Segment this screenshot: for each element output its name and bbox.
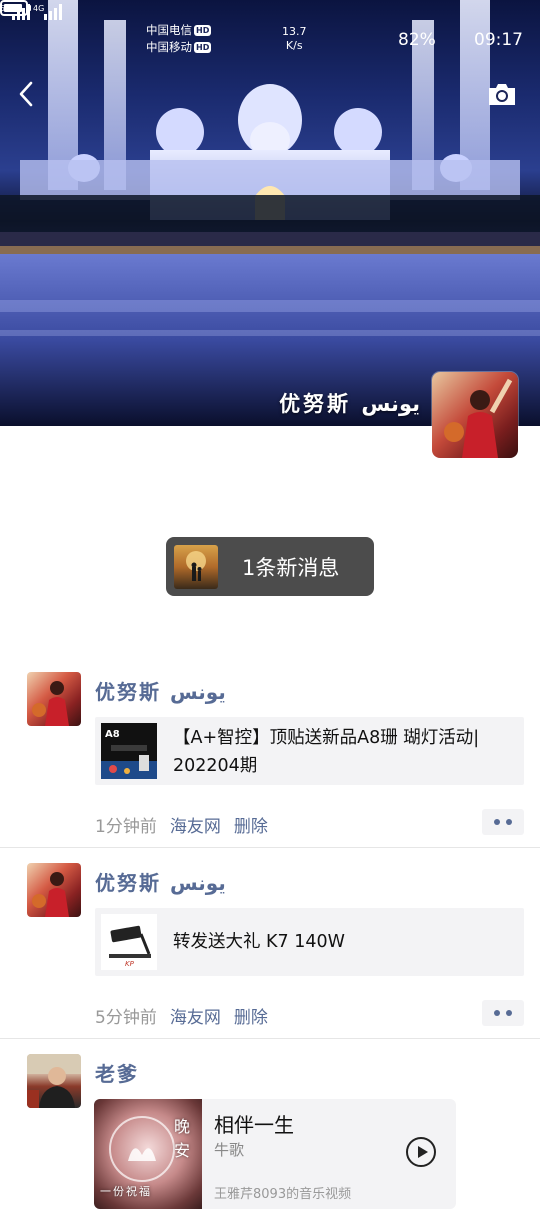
hd-badge: HD bbox=[194, 25, 212, 36]
link-thumbnail: KP bbox=[101, 914, 157, 970]
new-message-label: 1条新消息 bbox=[242, 555, 340, 580]
thumbnail-image bbox=[186, 550, 206, 581]
music-cover-art: 晚安 一份祝福 bbox=[94, 1099, 202, 1209]
post-source[interactable]: 海友网 bbox=[170, 1008, 221, 1028]
link-title: 【A+智控】顶贴送新品A8珊 瑚灯活动| 202204期 bbox=[173, 724, 479, 780]
link-thumbnail: A8 bbox=[101, 723, 157, 779]
new-message-thumbnail bbox=[174, 544, 218, 589]
divider bbox=[0, 847, 540, 848]
post-source[interactable]: 海友网 bbox=[170, 817, 221, 837]
avatar-image bbox=[32, 872, 69, 917]
post-time: 1分钟前 bbox=[95, 817, 157, 837]
music-title: 相伴一生 bbox=[214, 1113, 294, 1137]
post-meta: 1分钟前 海友网 删除 bbox=[95, 812, 281, 837]
svg-text:4G: 4G bbox=[33, 4, 44, 13]
music-source: 王雅芹8093的音乐视频 bbox=[214, 1187, 352, 1202]
avatar[interactable] bbox=[27, 1054, 81, 1108]
dot-icon bbox=[494, 1010, 500, 1016]
link-title: 转发送大礼 K7 140W bbox=[173, 932, 345, 952]
network-speed: 13.7 K/s bbox=[282, 25, 307, 53]
thumbnail-image: A8 bbox=[101, 729, 157, 779]
cover-avatar[interactable] bbox=[432, 372, 518, 458]
camera-button[interactable] bbox=[486, 80, 518, 108]
post-username[interactable]: 优努斯 يونس bbox=[95, 867, 226, 896]
more-actions-button[interactable] bbox=[482, 1000, 524, 1026]
clock: 09:17 bbox=[474, 30, 523, 50]
thumbnail-image: KP bbox=[109, 925, 151, 968]
art-subtext: 一份祝福 bbox=[100, 1185, 152, 1198]
art-text: 晚安 bbox=[174, 1117, 191, 1160]
camera-icon bbox=[489, 84, 515, 105]
link-title-line1: 【A+智控】顶贴送新品A8珊 瑚灯活动| bbox=[173, 728, 480, 748]
shared-link-card[interactable]: A8 【A+智控】顶贴送新品A8珊 瑚灯活动| 202204期 bbox=[95, 717, 524, 785]
post-username[interactable]: 优努斯 يونس bbox=[95, 676, 226, 705]
speed-value: 13.7 bbox=[282, 25, 307, 38]
speed-unit: K/s bbox=[285, 39, 303, 52]
back-button[interactable] bbox=[14, 78, 40, 110]
dot-icon bbox=[494, 819, 500, 825]
link-title-line2: 202204期 bbox=[173, 756, 258, 776]
delete-button[interactable]: 删除 bbox=[234, 1008, 268, 1028]
carrier1-label: 中国电信 bbox=[146, 23, 192, 37]
music-artist: 牛歌 bbox=[214, 1141, 245, 1159]
cover-user-name: 优努斯 يونس bbox=[279, 392, 420, 416]
shared-link-card[interactable]: KP 转发送大礼 K7 140W bbox=[95, 908, 524, 976]
avatar[interactable] bbox=[27, 672, 81, 726]
avatar-image bbox=[444, 378, 513, 458]
more-actions-button[interactable] bbox=[482, 809, 524, 835]
status-bar: 中国电信HD 中国移动HD 5G 4G 13.7 K/s 82% 09:17 bbox=[0, 0, 540, 70]
chevron-left-icon bbox=[19, 81, 33, 107]
avatar[interactable] bbox=[27, 863, 81, 917]
delete-button[interactable]: 删除 bbox=[234, 817, 268, 837]
new-message-notice[interactable]: 1条新消息 bbox=[166, 537, 374, 596]
carrier2-label: 中国移动 bbox=[146, 40, 192, 54]
avatar-image bbox=[27, 1054, 81, 1108]
post-meta: 5分钟前 海友网 删除 bbox=[95, 1003, 281, 1028]
dot-icon bbox=[506, 819, 512, 825]
avatar-image bbox=[32, 681, 69, 726]
cover-photo[interactable]: 中国电信HD 中国移动HD 5G 4G 13.7 K/s 82% 09:17 bbox=[0, 0, 540, 426]
svg-text:A8: A8 bbox=[105, 729, 120, 740]
hd-badge: HD bbox=[194, 42, 212, 53]
battery-icon bbox=[0, 0, 31, 16]
music-share-card[interactable]: 晚安 一份祝福 相伴一生 牛歌 王雅芹8093的音乐视频 bbox=[94, 1099, 456, 1209]
battery-percent: 82% bbox=[398, 30, 436, 50]
post-time: 5分钟前 bbox=[95, 1008, 157, 1028]
svg-text:KP: KP bbox=[125, 960, 135, 968]
post-username[interactable]: 老爹 bbox=[95, 1058, 139, 1087]
dot-icon bbox=[506, 1010, 512, 1016]
play-button[interactable] bbox=[406, 1137, 436, 1167]
carrier-info: 中国电信 HD 中国移动 HD bbox=[146, 22, 212, 56]
divider bbox=[0, 1038, 540, 1039]
